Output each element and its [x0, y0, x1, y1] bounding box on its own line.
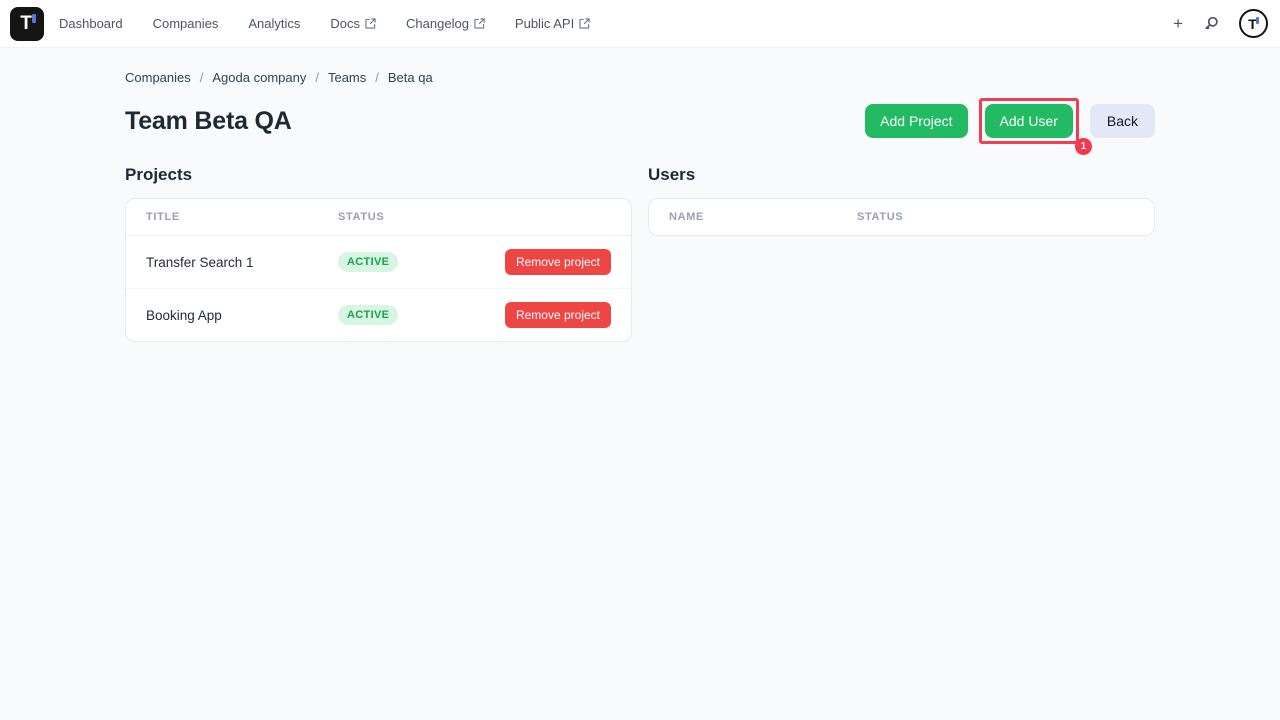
table-row: Transfer Search 1 ACTIVE Remove project — [126, 236, 631, 288]
projects-heading: Projects — [125, 165, 632, 185]
nav-item-changelog[interactable]: Changelog — [406, 16, 485, 31]
project-title: Transfer Search 1 — [146, 255, 338, 270]
annotation-step-badge: 1 — [1075, 138, 1092, 155]
annotation-highlight-box: Add User 1 — [979, 98, 1079, 144]
users-table-header: NAME STATUS — [649, 199, 1154, 235]
users-heading: Users — [648, 165, 1155, 185]
breadcrumb: Companies / Agoda company / Teams / Beta… — [125, 70, 1155, 85]
status-badge: ACTIVE — [338, 252, 398, 272]
breadcrumb-separator: / — [315, 70, 319, 85]
user-avatar[interactable]: T — [1239, 9, 1268, 38]
nav-item-docs[interactable]: Docs — [330, 16, 376, 31]
avatar-logo-accent — [1256, 17, 1259, 24]
external-link-icon — [579, 18, 590, 29]
project-title: Booking App — [146, 308, 338, 323]
column-name: NAME — [669, 211, 857, 223]
breadcrumb-separator: / — [375, 70, 379, 85]
logo-letter: T — [20, 14, 32, 33]
content-sections: Projects TITLE STATUS Transfer Search 1 … — [125, 165, 1155, 342]
remove-project-button[interactable]: Remove project — [505, 249, 611, 275]
title-row: Team Beta QA Add Project Add User 1 Back — [125, 98, 1155, 144]
external-link-icon — [474, 18, 485, 29]
breadcrumb-companies[interactable]: Companies — [125, 70, 191, 85]
page-title: Team Beta QA — [125, 107, 292, 136]
breadcrumb-agoda-company[interactable]: Agoda company — [212, 70, 306, 85]
logo-accent — [32, 14, 36, 23]
nav-item-dashboard[interactable]: Dashboard — [59, 16, 123, 31]
breadcrumb-separator: / — [200, 70, 204, 85]
nav-item-public-api[interactable]: Public API — [515, 16, 590, 31]
back-button[interactable]: Back — [1090, 104, 1155, 138]
projects-table: TITLE STATUS Transfer Search 1 ACTIVE Re… — [125, 198, 632, 342]
projects-section: Projects TITLE STATUS Transfer Search 1 … — [125, 165, 632, 342]
add-project-button[interactable]: Add Project — [865, 104, 967, 138]
app-logo[interactable]: T — [10, 7, 44, 41]
projects-table-header: TITLE STATUS — [126, 199, 631, 236]
top-navbar: T Dashboard Companies Analytics Docs Cha… — [0, 0, 1280, 48]
column-status: STATUS — [857, 211, 1134, 223]
status-badge: ACTIVE — [338, 305, 398, 325]
search-icon[interactable] — [1202, 15, 1220, 33]
breadcrumb-teams[interactable]: Teams — [328, 70, 366, 85]
users-table: NAME STATUS — [648, 198, 1155, 236]
users-section: Users NAME STATUS — [648, 165, 1155, 236]
main-container: Companies / Agoda company / Teams / Beta… — [125, 70, 1155, 342]
nav-links: Dashboard Companies Analytics Docs Chang… — [59, 16, 590, 31]
navbar-right: + T — [1173, 9, 1268, 38]
table-row: Booking App ACTIVE Remove project — [126, 288, 631, 341]
nav-item-analytics[interactable]: Analytics — [248, 16, 300, 31]
column-title: TITLE — [146, 211, 338, 223]
nav-item-companies[interactable]: Companies — [153, 16, 219, 31]
add-user-button[interactable]: Add User — [985, 104, 1073, 138]
page-actions: Add Project Add User 1 Back — [865, 98, 1155, 144]
remove-project-button[interactable]: Remove project — [505, 302, 611, 328]
column-status: STATUS — [338, 211, 611, 223]
breadcrumb-current: Beta qa — [388, 70, 433, 85]
plus-icon[interactable]: + — [1173, 15, 1183, 32]
external-link-icon — [365, 18, 376, 29]
